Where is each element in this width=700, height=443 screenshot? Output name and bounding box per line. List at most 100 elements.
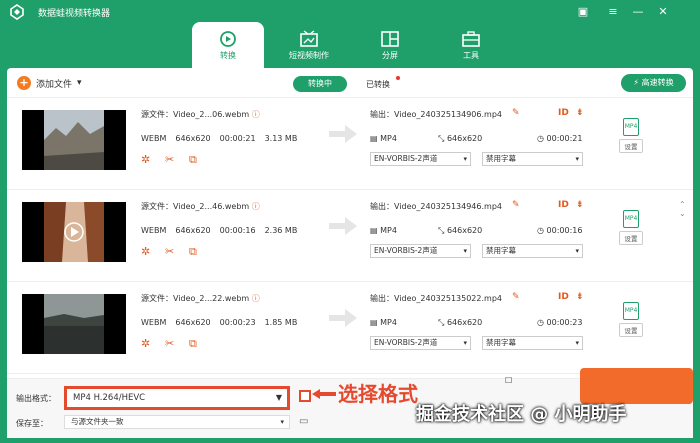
merge-option[interactable]: ☐ bbox=[505, 376, 512, 385]
chevron-down-icon: ▾ bbox=[280, 418, 284, 426]
split-screen-icon bbox=[381, 31, 399, 47]
source-filename: 源文件：Video_2...22.webm ⓘ bbox=[141, 294, 260, 303]
info-icon[interactable]: ⓘ bbox=[252, 294, 260, 303]
output-format-label: 输出格式： bbox=[16, 394, 56, 403]
thumbnail-image bbox=[44, 294, 104, 354]
settings-button[interactable]: 设置 bbox=[619, 231, 643, 245]
edit-effect-icon[interactable]: ⧉ bbox=[189, 246, 201, 258]
tab-tools-label: 工具 bbox=[463, 51, 479, 60]
video-thumbnail[interactable] bbox=[22, 202, 126, 262]
toolbox-icon bbox=[462, 31, 480, 47]
close-icon[interactable]: ✕ bbox=[656, 5, 670, 19]
arrow-left-icon bbox=[312, 389, 336, 399]
output-resolution: ⤡ 646x620 bbox=[438, 226, 483, 235]
cut-icon[interactable]: ✂ bbox=[165, 338, 177, 350]
notification-dot bbox=[396, 76, 400, 80]
chevron-down-icon[interactable]: ▾ bbox=[77, 78, 82, 88]
output-resolution: ⤡ 646x620 bbox=[438, 318, 483, 327]
save-folder-select[interactable]: 与源文件夹一致 ▾ bbox=[64, 415, 290, 429]
output-settings[interactable]: MP4 设置 bbox=[619, 302, 643, 337]
chevron-down-icon: ▼ bbox=[275, 393, 282, 402]
audio-track-select[interactable]: EN-VORBIS-2声道 ▾ bbox=[370, 152, 471, 166]
id-icon[interactable]: ID bbox=[558, 292, 569, 302]
tab-converting[interactable]: 转换中 bbox=[293, 76, 347, 92]
tab-convert-label: 转换 bbox=[220, 51, 236, 60]
arrow-right-icon bbox=[329, 125, 357, 143]
output-settings[interactable]: MP4 设置 bbox=[619, 118, 643, 153]
scroll-arrows[interactable]: ⌃ ⌄ bbox=[679, 200, 686, 218]
id-icon[interactable]: ID bbox=[558, 200, 569, 210]
cut-icon[interactable]: ✂ bbox=[165, 246, 177, 258]
compress-icon[interactable]: ⇟ bbox=[576, 200, 584, 210]
mp4-file-icon: MP4 bbox=[623, 210, 639, 228]
source-filename: 源文件：Video_2...46.webm ⓘ bbox=[141, 202, 260, 211]
edit-name-icon[interactable]: ✎ bbox=[512, 292, 520, 302]
settings-button[interactable]: 设置 bbox=[619, 139, 643, 153]
output-filename: 输出：Video_240325134946.mp4 bbox=[370, 202, 502, 211]
enhance-icon[interactable]: ✲ bbox=[141, 246, 153, 258]
subtitle-select[interactable]: 禁用字幕 ▾ bbox=[482, 152, 583, 166]
edit-effect-icon[interactable]: ⧉ bbox=[189, 338, 201, 350]
output-format: ▤ MP4 bbox=[370, 134, 397, 143]
edit-name-icon[interactable]: ✎ bbox=[512, 200, 520, 210]
compress-icon[interactable]: ⇟ bbox=[576, 292, 584, 302]
add-file-label: 添加文件 bbox=[36, 79, 73, 90]
info-icon[interactable]: ⓘ bbox=[252, 202, 260, 211]
output-filename: 输出：Video_240325135022.mp4 bbox=[370, 294, 502, 303]
video-thumbnail[interactable] bbox=[22, 294, 126, 354]
tab-tools[interactable]: 工具 bbox=[435, 22, 507, 68]
subtitle-select[interactable]: 禁用字幕 ▾ bbox=[482, 244, 583, 258]
source-info: WEBM 646x620 00:00:16 2.36 MB bbox=[141, 226, 298, 235]
id-icon[interactable]: ID bbox=[558, 108, 569, 118]
app-logo-icon bbox=[10, 4, 24, 20]
tab-split-screen[interactable]: 分屏 bbox=[354, 22, 426, 68]
folder-icon[interactable]: ▭ bbox=[299, 416, 308, 427]
lightning-icon: ⚡ bbox=[633, 78, 640, 87]
convert-icon bbox=[220, 31, 236, 47]
enhance-icon[interactable]: ✲ bbox=[141, 338, 153, 350]
list-item: 源文件：Video_2...06.webm ⓘ WEBM 646x620 00:00… bbox=[7, 98, 693, 190]
compress-icon[interactable]: ⇟ bbox=[576, 108, 584, 118]
minimize-icon[interactable]: — bbox=[631, 5, 645, 19]
tab-short-video-label: 短视频制作 bbox=[289, 51, 329, 60]
feedback-icon[interactable]: ▣ bbox=[576, 5, 590, 19]
arrow-right-icon bbox=[329, 309, 357, 327]
output-format-select[interactable]: MP4 H.264/HEVC ▼ bbox=[64, 386, 290, 410]
subtitle-select[interactable]: 禁用字幕 ▾ bbox=[482, 336, 583, 350]
tab-converted[interactable]: 已转换 bbox=[366, 79, 390, 90]
edit-name-icon[interactable]: ✎ bbox=[512, 108, 520, 118]
output-duration: ◷ 00:00:23 bbox=[537, 318, 583, 327]
enhance-icon[interactable]: ✲ bbox=[141, 154, 153, 166]
output-format: ▤ MP4 bbox=[370, 226, 397, 235]
output-settings[interactable]: MP4 设置 bbox=[619, 210, 643, 245]
list-item: 源文件：Video_2...22.webm ⓘ WEBM 646x620 00:00… bbox=[7, 282, 693, 374]
video-thumbnail[interactable] bbox=[22, 110, 126, 170]
format-checkbox[interactable] bbox=[299, 390, 311, 402]
source-info: WEBM 646x620 00:00:21 3.13 MB bbox=[141, 134, 298, 143]
edit-effect-icon[interactable]: ⧉ bbox=[189, 154, 201, 166]
info-icon[interactable]: ⓘ bbox=[252, 110, 260, 119]
add-file-button[interactable]: + 添加文件 ▾ bbox=[17, 76, 82, 90]
convert-all-button[interactable] bbox=[580, 368, 693, 404]
short-video-icon bbox=[300, 30, 318, 47]
app-title: 数据蛙视频转换器 bbox=[38, 9, 111, 19]
plus-icon: + bbox=[17, 76, 31, 90]
cut-icon[interactable]: ✂ bbox=[165, 154, 177, 166]
output-duration: ◷ 00:00:16 bbox=[537, 226, 583, 235]
settings-button[interactable]: 设置 bbox=[619, 323, 643, 337]
audio-track-select[interactable]: EN-VORBIS-2声道 ▾ bbox=[370, 336, 471, 350]
mp4-file-icon: MP4 bbox=[623, 118, 639, 136]
annotation-label: 选择格式 bbox=[338, 382, 418, 406]
output-resolution: ⤡ 646x620 bbox=[438, 134, 483, 143]
fast-convert-label: 高速转换 bbox=[641, 78, 674, 87]
audio-track-select[interactable]: EN-VORBIS-2声道 ▾ bbox=[370, 244, 471, 258]
mp4-file-icon: MP4 bbox=[623, 302, 639, 320]
tab-convert[interactable]: 转换 bbox=[192, 22, 264, 68]
tab-short-video[interactable]: 短视频制作 bbox=[273, 22, 345, 68]
list-item: 源文件：Video_2...46.webm ⓘ WEBM 646x620 00:00… bbox=[7, 190, 693, 282]
fast-convert-button[interactable]: ⚡ 高速转换 bbox=[621, 74, 686, 92]
output-duration: ◷ 00:00:21 bbox=[537, 134, 583, 143]
toolbar: + 添加文件 ▾ 转换中 已转换 ⚡ 高速转换 bbox=[7, 68, 693, 98]
thumbnail-image bbox=[44, 202, 104, 262]
menu-icon[interactable]: ≡ bbox=[606, 5, 620, 19]
